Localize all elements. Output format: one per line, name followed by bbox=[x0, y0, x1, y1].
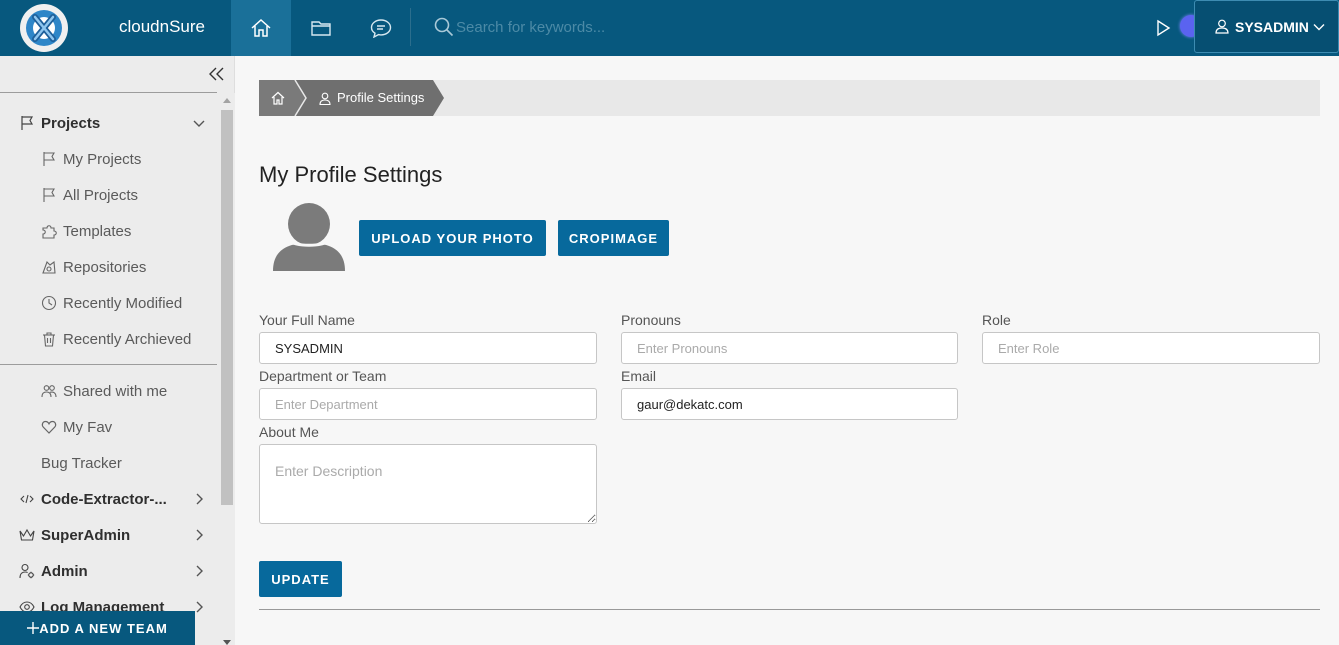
nav-home-button[interactable] bbox=[231, 0, 291, 56]
chat-icon bbox=[370, 19, 392, 38]
sidebar-divider bbox=[0, 364, 217, 365]
sidebar-item-repositories[interactable]: Repositories bbox=[0, 249, 217, 285]
user-name: SYSADMIN bbox=[1235, 18, 1309, 35]
page-title: My Profile Settings bbox=[259, 162, 443, 187]
sidebar-item-label: Templates bbox=[63, 222, 132, 240]
scroll-down-arrow-icon[interactable] bbox=[223, 640, 231, 645]
nav-folder-button[interactable] bbox=[291, 0, 351, 56]
sidebar-item-label: My Fav bbox=[63, 418, 113, 436]
search-box[interactable] bbox=[434, 14, 734, 40]
about-me-label: About Me bbox=[259, 424, 319, 440]
scroll-up-arrow-icon[interactable] bbox=[223, 98, 231, 103]
trash-icon bbox=[41, 331, 57, 347]
chevron-right-icon bbox=[196, 529, 203, 541]
breadcrumb-current[interactable]: Profile Settings bbox=[337, 90, 424, 105]
full-name-input[interactable] bbox=[259, 332, 597, 364]
breadcrumb: Profile Settings bbox=[259, 80, 1320, 116]
department-label: Department or Team bbox=[259, 368, 387, 384]
sidebar-item-recently-archieved[interactable]: Recently Archieved bbox=[0, 321, 217, 357]
upload-photo-button[interactable]: UPLOAD YOUR PHOTO bbox=[359, 220, 546, 256]
search-input[interactable] bbox=[456, 18, 716, 36]
play-icon[interactable] bbox=[1155, 18, 1171, 38]
plus-icon bbox=[27, 622, 40, 634]
scrollbar-thumb[interactable] bbox=[221, 110, 233, 505]
sidebar-item-bug-tracker[interactable]: Bug Tracker bbox=[0, 445, 217, 481]
home-icon bbox=[251, 18, 271, 37]
folder-icon bbox=[311, 21, 331, 36]
sidebar-item-label: Admin bbox=[41, 562, 88, 580]
email-input[interactable] bbox=[621, 388, 958, 420]
chevron-down-icon bbox=[193, 120, 205, 127]
flag-icon bbox=[19, 115, 35, 131]
sidebar-item-templates[interactable]: Templates bbox=[0, 213, 217, 249]
sidebar-item-code-extractor[interactable]: Code-Extractor-... bbox=[0, 481, 217, 517]
app-logo-icon[interactable] bbox=[18, 2, 70, 54]
crop-image-button[interactable]: CROPIMAGE bbox=[558, 220, 669, 256]
sidebar-item-label: Recently Modified bbox=[63, 294, 183, 312]
avatar-placeholder-icon[interactable] bbox=[272, 202, 346, 272]
sidebar-item-label: My Projects bbox=[63, 150, 142, 168]
users-icon bbox=[41, 383, 57, 399]
sidebar-item-label: Shared with me bbox=[63, 382, 168, 400]
flag-icon bbox=[41, 187, 57, 203]
sidebar-item-label: SuperAdmin bbox=[41, 526, 131, 544]
user-icon bbox=[1215, 19, 1229, 34]
user-icon bbox=[319, 92, 331, 105]
chevron-down-icon bbox=[1313, 23, 1325, 30]
sidebar-item-my-projects[interactable]: My Projects bbox=[0, 141, 217, 177]
update-button[interactable]: UPDATE bbox=[259, 561, 342, 597]
pronouns-label: Pronouns bbox=[621, 312, 681, 328]
top-bar: cloudnSure SYSADMIN bbox=[0, 0, 1339, 56]
sidebar-item-admin[interactable]: Admin bbox=[0, 553, 217, 589]
email-label: Email bbox=[621, 368, 657, 384]
sidebar-item-projects[interactable]: Projects bbox=[0, 105, 217, 141]
code-icon bbox=[19, 491, 35, 507]
flag-icon bbox=[41, 151, 57, 167]
repository-icon bbox=[41, 259, 57, 275]
chevron-right-icon bbox=[196, 565, 203, 577]
pronouns-input[interactable] bbox=[621, 332, 958, 364]
about-me-textarea[interactable] bbox=[259, 444, 597, 524]
home-icon[interactable] bbox=[271, 91, 285, 105]
add-team-button[interactable]: ADD A NEW TEAM bbox=[0, 611, 195, 645]
search-icon bbox=[434, 17, 454, 37]
sidebar-item-shared-with-me[interactable]: Shared with me bbox=[0, 373, 217, 409]
collapse-sidebar-icon[interactable] bbox=[208, 66, 226, 82]
sidebar-item-label: Projects bbox=[41, 114, 101, 132]
content-divider bbox=[259, 609, 1320, 610]
puzzle-icon bbox=[41, 223, 57, 239]
chevron-right-icon bbox=[196, 493, 203, 505]
full-name-label: Your Full Name bbox=[259, 312, 355, 328]
brand-name: cloudnSure bbox=[119, 17, 206, 36]
sidebar-divider bbox=[0, 92, 217, 93]
user-gear-icon bbox=[19, 563, 35, 579]
sidebar-item-label: Code-Extractor-... bbox=[41, 490, 167, 508]
sidebar-item-label: Bug Tracker bbox=[41, 454, 122, 472]
heart-icon bbox=[41, 419, 57, 435]
add-team-label: ADD A NEW TEAM bbox=[39, 620, 168, 636]
department-input[interactable] bbox=[259, 388, 597, 420]
nav-chat-button[interactable] bbox=[351, 0, 411, 56]
sidebar-item-my-fav[interactable]: My Fav bbox=[0, 409, 217, 445]
sidebar-item-label: All Projects bbox=[63, 186, 139, 204]
crown-icon bbox=[19, 527, 35, 543]
sidebar-item-recently-modified[interactable]: Recently Modified bbox=[0, 285, 217, 321]
user-menu-button[interactable]: SYSADMIN bbox=[1194, 0, 1339, 53]
sidebar-item-superadmin[interactable]: SuperAdmin bbox=[0, 517, 217, 553]
sidebar-item-label: Repositories bbox=[63, 258, 147, 276]
role-input[interactable] bbox=[982, 332, 1320, 364]
sidebar: Projects My Projects All Projects Templa… bbox=[0, 56, 235, 645]
sidebar-item-label: Recently Archieved bbox=[63, 330, 192, 348]
sidebar-item-all-projects[interactable]: All Projects bbox=[0, 177, 217, 213]
topbar-divider bbox=[410, 8, 411, 46]
role-label: Role bbox=[982, 312, 1011, 328]
clock-icon bbox=[41, 295, 57, 311]
